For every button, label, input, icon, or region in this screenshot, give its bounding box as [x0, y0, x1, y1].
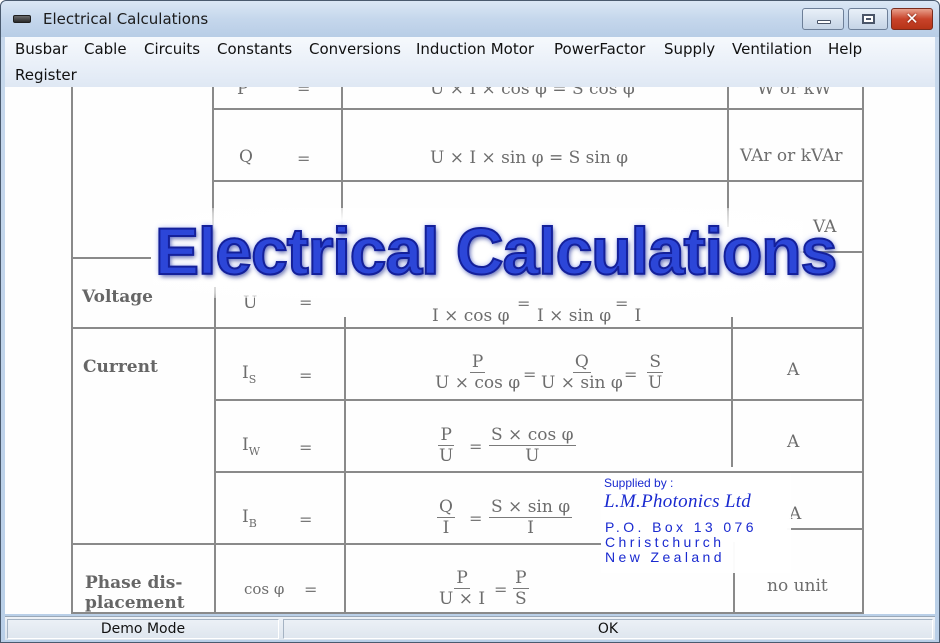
menu-bar: Busbar Cable Circuits Constants Conversi… [5, 37, 935, 87]
equals-sign: = [469, 509, 483, 528]
table-border [71, 612, 862, 614]
row-ib-symbol: IB [242, 507, 257, 530]
supplier-country: New Zealand [605, 549, 725, 565]
supplier-company: L.M.Photonics Ltd [604, 491, 752, 512]
row-is-symbol: IS [242, 363, 257, 386]
minimize-icon [817, 20, 831, 24]
maximize-icon [862, 14, 875, 24]
row-p-unit: W or kW [757, 87, 832, 99]
table-border [344, 317, 346, 614]
row-q-formula: U × I × sin φ = S sin φ [430, 148, 629, 168]
menu-busbar[interactable]: Busbar [15, 40, 68, 58]
menu-register[interactable]: Register [15, 66, 77, 84]
table-border [71, 543, 601, 545]
app-window: Electrical Calculations ✕ Busbar Cable C… [0, 0, 940, 643]
current-is-fraction-2: QU × sin φ [541, 352, 623, 393]
equals-sign: = [494, 580, 508, 599]
row-voltage-label: Voltage [82, 287, 153, 307]
row-phase-symbol: cos φ [244, 580, 285, 598]
table-border [71, 257, 151, 259]
title-bar[interactable]: Electrical Calculations ✕ [1, 1, 939, 37]
table-border [214, 399, 862, 401]
row-q-symbol: Q [239, 147, 253, 167]
row-p-formula: U × I × cos φ = S cos φ [430, 87, 635, 99]
equals-sign: = [523, 365, 537, 384]
formula-table-image: P = U × I × cos φ = S cos φ W or kW Q = … [5, 87, 935, 614]
equals-sign: = [624, 365, 638, 384]
equals-sign: = [469, 437, 483, 456]
row-is-unit: A [787, 360, 800, 380]
table-border [71, 87, 73, 614]
menu-induction-motor[interactable]: Induction Motor [416, 40, 534, 58]
row-q-equals: = [297, 149, 311, 168]
menu-conversions[interactable]: Conversions [309, 40, 401, 58]
row-current-label: Current [83, 357, 158, 377]
table-border [731, 317, 733, 467]
menu-powerfactor[interactable]: PowerFactor [554, 40, 645, 58]
row-phase-label-line2: placement [85, 593, 185, 613]
current-iw-fraction-2: S × cos φU [489, 425, 576, 466]
close-button[interactable]: ✕ [891, 8, 933, 30]
window-title: Electrical Calculations [43, 10, 209, 28]
row-q-unit: VAr or kVAr [740, 146, 843, 166]
phase-fraction-2: PS [513, 568, 529, 609]
splash-client-area: P = U × I × cos φ = S cos φ W or kW Q = … [5, 87, 935, 614]
status-message: OK [283, 619, 933, 639]
supplier-info: Supplied by : L.M.Photonics Ltd P.O. Box… [601, 473, 791, 573]
menu-constants[interactable]: Constants [217, 40, 292, 58]
row-iw-symbol: IW [242, 435, 261, 458]
current-iw-fraction-1: PU [438, 425, 454, 466]
minimize-button[interactable] [802, 8, 844, 30]
splash-title: Electrical Calculations [154, 213, 838, 289]
row-phase-label-line1: Phase dis- [85, 573, 183, 593]
row-iw-unit: A [787, 432, 800, 452]
current-is-fraction-3: SU [647, 352, 663, 393]
table-border [212, 180, 862, 182]
row-is-equals: = [299, 366, 313, 385]
close-icon: ✕ [905, 9, 919, 28]
menu-cable[interactable]: Cable [84, 40, 127, 58]
maximize-button[interactable] [848, 8, 888, 30]
current-is-fraction-1: PU × cos φ [435, 352, 521, 393]
current-ib-fraction-1: QI [437, 497, 455, 538]
table-border [71, 327, 862, 329]
row-p-symbol: P [237, 87, 249, 99]
row-iw-equals: = [299, 438, 313, 457]
supplier-address-line: P.O. Box 13 076 [605, 519, 757, 535]
menu-ventilation[interactable]: Ventilation [732, 40, 812, 58]
app-window-icon[interactable] [13, 15, 31, 23]
row-ib-equals: = [299, 510, 313, 529]
row-p-equals: = [297, 87, 311, 98]
row-phase-equals: = [304, 580, 318, 599]
current-ib-fraction-2: S × sin φI [489, 497, 573, 538]
table-border [787, 528, 862, 530]
table-border [862, 87, 864, 614]
status-bar: Demo Mode OK [5, 616, 935, 640]
table-border [214, 287, 216, 614]
menu-circuits[interactable]: Circuits [144, 40, 200, 58]
phase-fraction-1: PU × I [439, 568, 486, 609]
menu-supply[interactable]: Supply [664, 40, 715, 58]
menu-help[interactable]: Help [828, 40, 862, 58]
row-phase-unit: no unit [767, 576, 828, 596]
supplier-city: Christchurch [605, 534, 725, 550]
supplied-by-label: Supplied by : [604, 476, 674, 490]
table-border [212, 108, 862, 110]
status-mode: Demo Mode [7, 619, 279, 639]
